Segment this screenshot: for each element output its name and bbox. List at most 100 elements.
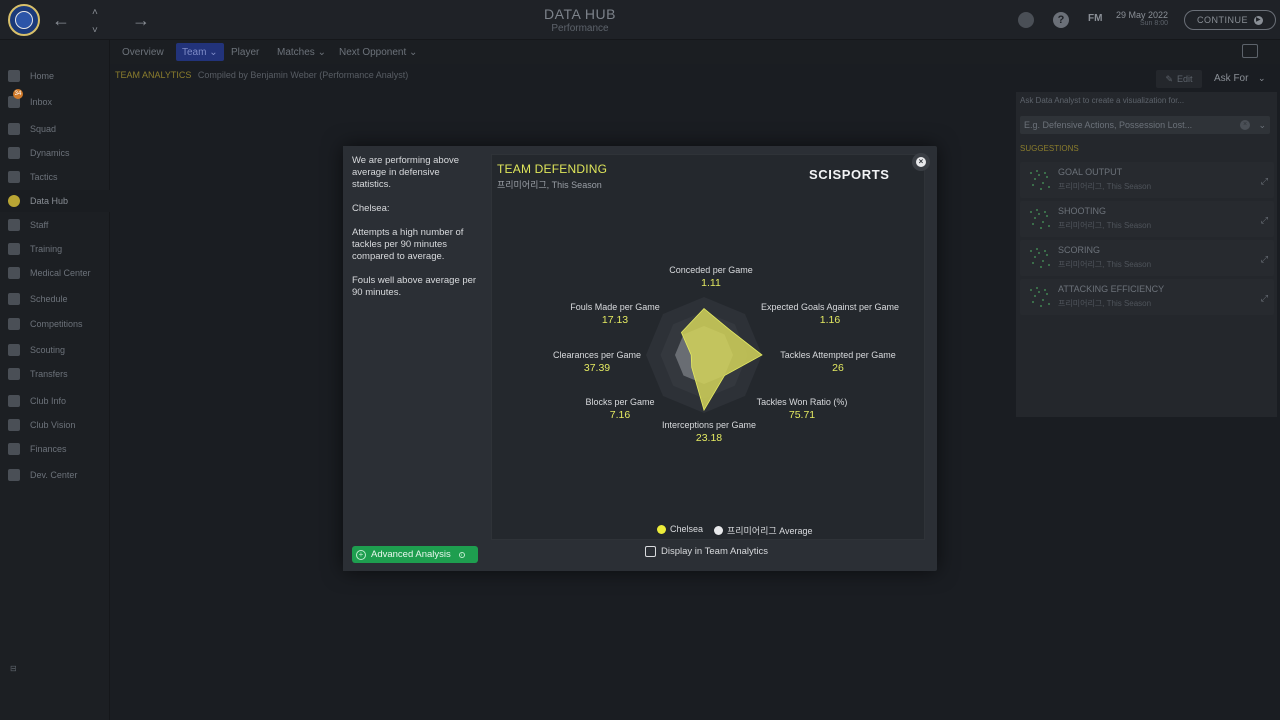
sidebar-item-label: Club Info xyxy=(30,396,67,406)
dev-center-icon xyxy=(8,469,20,481)
sidebar-item-dev-center[interactable]: Dev. Center xyxy=(0,464,110,486)
sidebar-item-data-hub[interactable]: Data Hub xyxy=(0,190,110,212)
sidebar-item-label: Home xyxy=(30,71,55,81)
sidebar-item-scouting[interactable]: Scouting xyxy=(0,339,110,361)
axis-value: 1.11 xyxy=(701,277,721,289)
insight-tackles: Attempts a high number of tackles per 90… xyxy=(352,227,464,262)
team-label: Chelsea: xyxy=(352,203,390,214)
advanced-analysis-label: Advanced Analysis xyxy=(371,549,451,560)
display-in-team-analytics-checkbox[interactable]: Display in Team Analytics xyxy=(645,546,768,557)
chevron-down-icon[interactable]: ˅ xyxy=(92,22,98,40)
squad-icon xyxy=(8,123,20,135)
sidebar-item-club-info[interactable]: Club Info xyxy=(0,390,110,412)
finances-icon xyxy=(8,443,20,455)
tab-player[interactable]: Player xyxy=(225,43,265,61)
sidebar-item-dynamics[interactable]: Dynamics xyxy=(0,142,110,164)
sidebar-item-club-vision[interactable]: Club Vision xyxy=(0,414,110,436)
forward-arrow-icon[interactable]: → xyxy=(132,11,150,29)
continue-button[interactable]: CONTINUE ▶ xyxy=(1184,10,1276,30)
close-icon: × xyxy=(916,157,926,167)
modal-summary-panel: We are performing above average in defen… xyxy=(343,146,488,571)
sidebar-collapse-icon[interactable]: ⊟ xyxy=(10,664,17,673)
sidebar-item-schedule[interactable]: Schedule xyxy=(0,288,110,310)
schedule-icon xyxy=(8,293,20,305)
metric-interceptions: Interceptions per Game 23.18 xyxy=(649,420,769,444)
date-text: 29 May 2022 xyxy=(1115,10,1168,20)
sidebar-item-competitions[interactable]: Competitions xyxy=(0,313,110,335)
axis-label: Expected Goals Against per Game xyxy=(760,302,900,312)
sidebar-item-label: Dev. Center xyxy=(30,470,78,480)
info-icon: i xyxy=(458,551,465,558)
sidebar-item-label: Dynamics xyxy=(30,148,70,158)
sidebar-item-label: Squad xyxy=(30,124,57,134)
plus-icon: + xyxy=(356,549,366,560)
legend-average: 프리미어리그 Average xyxy=(714,524,813,537)
radar-chart xyxy=(646,297,763,413)
back-arrow-icon[interactable]: ← xyxy=(52,11,70,29)
metric-tackles-attempted: Tackles Attempted per Game 26 xyxy=(772,350,904,374)
scouting-icon xyxy=(8,344,20,356)
tab-next-opponent[interactable]: Next Opponent ⌄ xyxy=(333,43,423,61)
screen-subtitle: Performance xyxy=(551,23,609,34)
metric-fouls: Fouls Made per Game 17.13 xyxy=(562,302,668,326)
help-icon[interactable]: ? xyxy=(1053,12,1069,28)
sidebar-item-label: Competitions xyxy=(30,319,83,329)
sidebar-item-label: Training xyxy=(30,244,63,254)
metric-conceded: Conceded per Game 1.11 xyxy=(646,265,776,289)
axis-label: Interceptions per Game xyxy=(661,420,757,430)
tab-team[interactable]: Team ⌄ xyxy=(176,43,224,61)
axis-label: Clearances per Game xyxy=(552,350,642,360)
axis-value: 17.13 xyxy=(601,314,629,326)
sidebar-item-training[interactable]: Training xyxy=(0,238,110,260)
sidebar-item-squad[interactable]: Squad xyxy=(0,118,110,140)
axis-label: Fouls Made per Game xyxy=(570,302,660,312)
time-text: Sun 8:00 xyxy=(1139,20,1168,27)
sidebar-item-staff[interactable]: Staff xyxy=(0,214,110,236)
legend-swatch-average xyxy=(714,526,723,535)
close-button[interactable]: × xyxy=(912,153,930,171)
sidebar-item-medical-center[interactable]: Medical Center xyxy=(0,262,110,284)
sidebar-item-finances[interactable]: Finances xyxy=(0,438,110,460)
team-defending-modal: We are performing above average in defen… xyxy=(343,146,937,571)
metric-blocks: Blocks per Game 7.16 xyxy=(580,397,660,421)
social-icon[interactable] xyxy=(1018,12,1034,28)
insight-fouls: Fouls well above average per 90 minutes. xyxy=(352,275,477,298)
sidebar-item-label: Transfers xyxy=(30,369,68,379)
tab-matches[interactable]: Matches ⌄ xyxy=(271,43,332,61)
sidebar-item-label: Medical Center xyxy=(30,268,91,278)
inbox-count-badge: 34 xyxy=(13,89,23,99)
legend-chelsea: Chelsea xyxy=(657,524,703,534)
metric-xga: Expected Goals Against per Game 1.16 xyxy=(750,302,910,326)
sidebar-item-home[interactable]: Home xyxy=(0,65,110,87)
axis-label: Conceded per Game xyxy=(669,265,753,275)
sidebar-item-inbox[interactable]: Inbox 34 xyxy=(0,89,110,113)
chevron-up-icon[interactable]: ˄ xyxy=(92,4,98,22)
transfers-icon xyxy=(8,368,20,380)
sidebar-item-label: Data Hub xyxy=(30,196,69,206)
current-date: 29 May 2022 Sun 8:00 xyxy=(1112,10,1168,27)
club-badge-icon[interactable] xyxy=(8,4,40,36)
legend-swatch-chelsea xyxy=(657,524,666,534)
sidebar-item-tactics[interactable]: Tactics xyxy=(0,166,110,188)
dynamics-icon xyxy=(8,147,20,159)
club-info-icon xyxy=(8,395,20,407)
tactics-icon xyxy=(8,171,20,183)
layout-grid-icon[interactable] xyxy=(1242,44,1258,58)
summary-text: We are performing above average in defen… xyxy=(352,155,460,190)
metric-tackles-won: Tackles Won Ratio (%) 75.71 xyxy=(754,397,850,421)
sidebar-item-label: Tactics xyxy=(30,172,58,182)
axis-value: 1.16 xyxy=(819,314,841,326)
home-icon xyxy=(8,70,20,82)
tab-team-label: Team xyxy=(182,46,207,58)
advanced-analysis-button[interactable]: + Advanced Analysis i xyxy=(352,546,478,563)
display-toggle-label: Display in Team Analytics xyxy=(661,546,769,557)
fm-menu[interactable]: FM xyxy=(1088,13,1102,24)
axis-value: 23.18 xyxy=(695,432,723,444)
tab-next-opponent-label: Next Opponent xyxy=(339,46,407,58)
training-icon xyxy=(8,243,20,255)
radar-chart-panel: TEAM DEFENDING 프리미어리그, This Season SCISP… xyxy=(491,154,925,540)
tab-overview[interactable]: Overview xyxy=(116,43,170,61)
checkbox-icon[interactable] xyxy=(645,546,656,557)
sidebar-item-label: Club Vision xyxy=(30,420,76,430)
sidebar-item-transfers[interactable]: Transfers xyxy=(0,363,110,385)
